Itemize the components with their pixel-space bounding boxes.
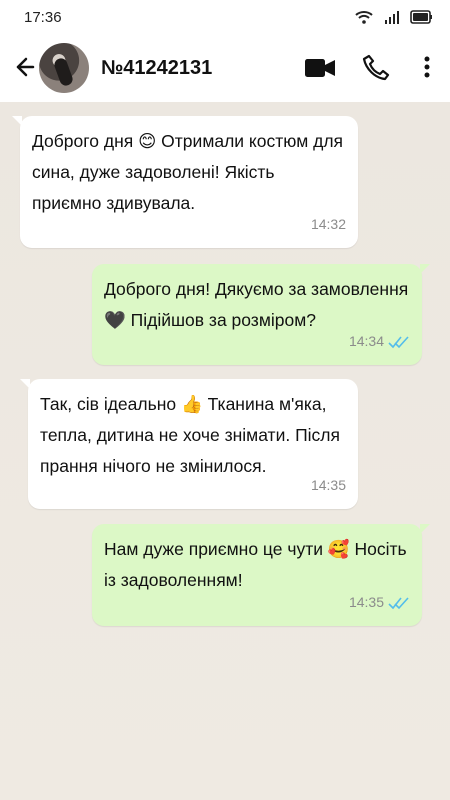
status-bar: 17:36 [0, 0, 450, 34]
wifi-icon [354, 9, 374, 30]
message-meta: 14:32 [311, 209, 346, 240]
message-time: 14:32 [310, 216, 346, 232]
battery-icon [410, 9, 434, 30]
message-text: Так, сів ідеально 👍 Тканина м'яка, тепла… [40, 394, 340, 476]
status-icons [354, 9, 434, 30]
chat-header: №41242131 [0, 34, 450, 103]
message-text: Доброго дня 😊 Отримали костюм для сина, … [32, 131, 344, 213]
video-call-icon[interactable] [303, 55, 337, 81]
message-outgoing[interactable]: Нам дуже приємно це чути 🥰 Носіть із зад… [92, 524, 430, 626]
message-time: 14:35 [348, 594, 384, 610]
more-vert-icon[interactable] [418, 52, 436, 82]
message-time: 14:35 [310, 477, 346, 493]
phone-icon[interactable] [360, 52, 390, 82]
contact-name[interactable]: №41242131 [101, 57, 212, 80]
status-time: 17:36 [24, 9, 62, 26]
message-outgoing[interactable]: Доброго дня! Дякуємо за замовлення 🖤 Під… [92, 264, 430, 365]
message-incoming[interactable]: Так, сів ідеально 👍 Тканина м'яка, тепла… [20, 379, 358, 509]
message-meta: 14:34 [349, 326, 410, 357]
signal-icon [384, 9, 400, 30]
message-time: 14:34 [348, 333, 384, 349]
message-meta: 14:35 [349, 587, 410, 618]
chat-area[interactable]: Доброго дня 😊 Отримали костюм для сина, … [0, 102, 450, 800]
message-meta: 14:35 [311, 470, 346, 501]
message-incoming[interactable]: Доброго дня 😊 Отримали костюм для сина, … [12, 116, 358, 248]
read-check-icon [388, 335, 410, 349]
read-check-icon [388, 596, 410, 610]
avatar[interactable] [39, 43, 89, 93]
back-arrow-icon[interactable] [8, 52, 38, 82]
